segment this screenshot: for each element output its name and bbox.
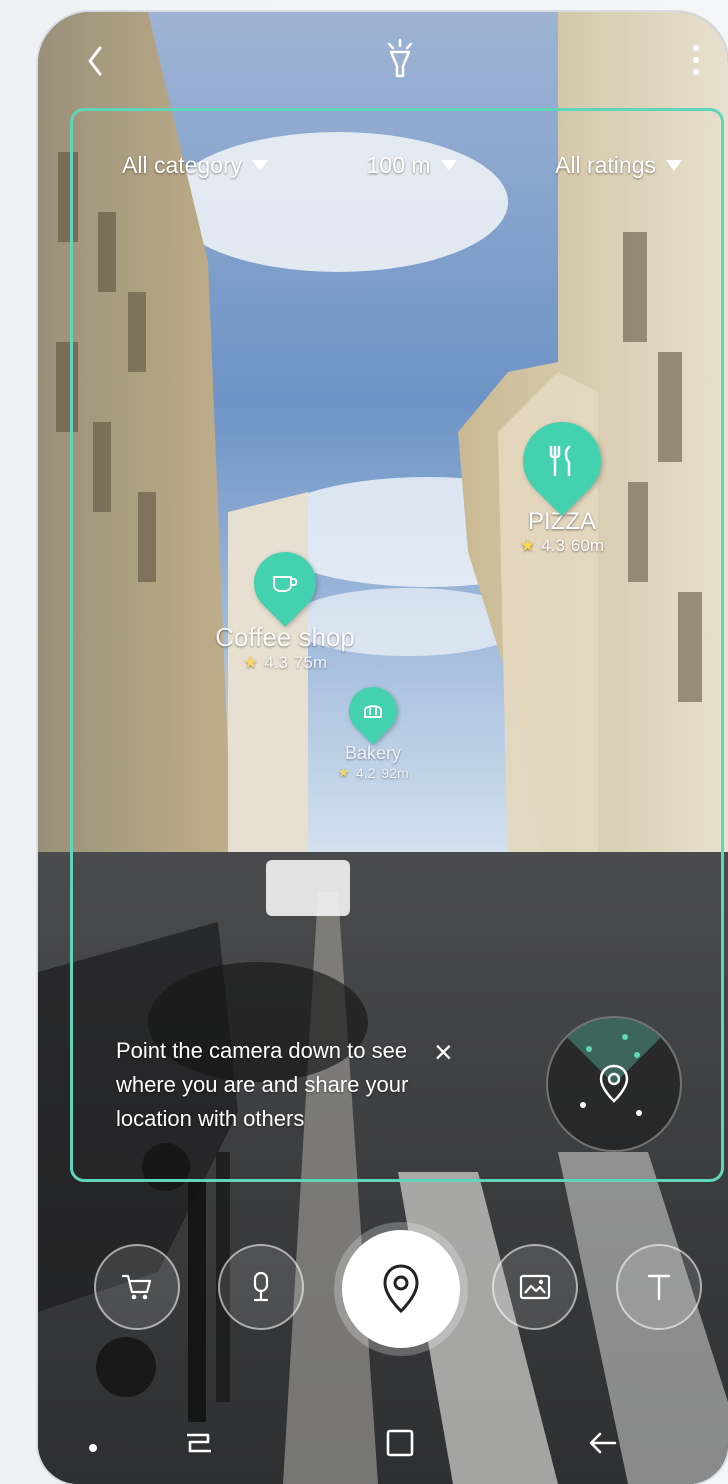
poi-meta: ★ 4.2 92m — [318, 764, 428, 781]
poi-distance: 75m — [293, 653, 327, 672]
home-square-icon — [386, 1429, 414, 1457]
more-options-button[interactable] — [690, 42, 702, 85]
close-icon: × — [434, 1034, 453, 1070]
poi-name: Bakery — [344, 743, 402, 763]
compass-dot — [636, 1110, 642, 1116]
system-navigation-bar — [38, 1404, 728, 1484]
phone-screen: All category 100 m All ratings Coffee sh… — [38, 12, 728, 1484]
recent-apps-icon — [187, 1433, 211, 1453]
poi-distance: 60m — [570, 536, 604, 555]
compass-dot — [586, 1046, 592, 1052]
poi-marker-bakery[interactable]: Bakery ★ 4.2 92m — [318, 677, 428, 781]
text-icon — [647, 1274, 671, 1301]
poi-marker-pizza[interactable]: PIZZA ★ 4.3 60m — [492, 405, 632, 556]
bakery-pin — [339, 677, 407, 745]
fork-knife-icon — [549, 445, 571, 477]
back-button[interactable] — [84, 44, 108, 85]
compass-dot — [580, 1102, 586, 1108]
back-system-button[interactable] — [584, 1426, 622, 1465]
bread-icon — [364, 705, 382, 718]
poi-meta: ★ 4.3 75m — [210, 653, 360, 673]
category-filter-dropdown[interactable]: All category — [122, 152, 269, 179]
filter-bar: All category 100 m All ratings — [122, 152, 682, 179]
location-pin-icon — [599, 1064, 629, 1103]
home-button[interactable] — [383, 1426, 417, 1465]
close-hint-button[interactable]: × — [434, 1036, 453, 1068]
mini-compass[interactable] — [546, 1016, 682, 1152]
cart-icon — [121, 1274, 152, 1300]
coffee-cup-icon — [273, 576, 298, 592]
text-mode-button[interactable] — [616, 1244, 702, 1330]
back-icon — [88, 46, 102, 76]
compass-dot — [634, 1052, 640, 1058]
flashlight-icon — [387, 38, 413, 78]
more-vertical-icon — [693, 45, 699, 75]
image-mode-button[interactable] — [492, 1244, 578, 1330]
poi-rating: 4.3 — [264, 653, 288, 672]
distance-filter-label: 100 m — [366, 152, 431, 178]
poi-marker-coffee-shop[interactable]: Coffee shop ★ 4.3 75m — [210, 539, 360, 673]
poi-rating: 4.3 — [541, 536, 565, 555]
star-icon: ★ — [520, 536, 536, 555]
chevron-down-icon — [440, 160, 457, 171]
category-filter-label: All category — [122, 152, 243, 178]
star-icon: ★ — [243, 653, 259, 672]
location-hint-text: Point the camera down to see where you a… — [116, 1038, 409, 1131]
recent-apps-button[interactable] — [182, 1426, 216, 1465]
chevron-down-icon — [666, 160, 682, 171]
coffee-pin — [241, 539, 329, 627]
hide-navbar-button[interactable] — [88, 1440, 98, 1458]
poi-name: Coffee shop — [215, 622, 355, 652]
microphone-icon — [253, 1271, 269, 1302]
star-icon: ★ — [337, 764, 350, 780]
poi-meta: ★ 4.3 60m — [492, 536, 632, 556]
place-mode-button[interactable] — [218, 1244, 304, 1330]
shopping-mode-button[interactable] — [94, 1244, 180, 1330]
chevron-down-icon — [252, 160, 269, 171]
ratings-filter-label: All ratings — [555, 152, 656, 178]
image-icon — [519, 1274, 551, 1300]
location-mode-button[interactable] — [342, 1230, 460, 1348]
location-pin-icon — [383, 1264, 419, 1314]
restaurant-pin — [506, 405, 618, 517]
back-arrow-icon — [589, 1432, 617, 1454]
ratings-filter-dropdown[interactable]: All ratings — [555, 152, 682, 179]
dot-icon — [89, 1444, 97, 1452]
poi-rating: 4.2 — [355, 764, 376, 781]
compass-dot — [622, 1034, 628, 1040]
distance-filter-dropdown[interactable]: 100 m — [367, 152, 457, 179]
flashlight-button[interactable] — [383, 36, 417, 89]
poi-distance: 92m — [381, 764, 409, 781]
